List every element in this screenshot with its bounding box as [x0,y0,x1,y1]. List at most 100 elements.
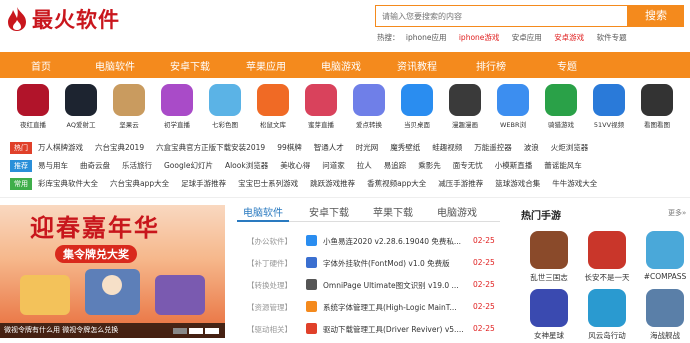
software-name[interactable]: OmniPage Ultimate图文识别 v19.0 ... [323,280,465,291]
banner-pager[interactable] [173,328,219,334]
app-tile[interactable]: 骑猎游戏 [540,82,582,129]
game-icon [646,289,684,327]
nav-android[interactable]: 安卓下载 [170,58,210,73]
tag-link[interactable]: 曲奇云盘 [80,161,110,170]
app-label: 爱点转换 [356,121,382,129]
tag-link[interactable]: 万人棋牌游戏 [38,143,83,152]
hot-word[interactable]: iphone游戏 [459,33,500,42]
search-field[interactable] [375,5,628,27]
tag-link[interactable]: 蛙趣视频 [432,143,462,152]
app-tile[interactable]: 51VV视频 [588,82,630,129]
tag-link[interactable]: 乐活旅行 [122,161,152,170]
tab-apple[interactable]: 苹果下载 [373,204,413,219]
software-category[interactable]: 【转换处理】 [247,280,292,291]
app-tile[interactable]: 七彩色图 [204,82,246,129]
tag-link[interactable]: Alook浏览器 [225,161,268,170]
software-category[interactable]: 【驱动相关】 [247,324,292,335]
nav-news[interactable]: 资讯教程 [397,58,437,73]
tag-link[interactable]: 魔秀壁纸 [390,143,420,152]
tab-pc-games[interactable]: 电脑游戏 [437,204,477,219]
software-row[interactable]: 【驱动相关】 驱动下载管理工具(Driver Reviver) v5.... 02-… [237,318,500,340]
tag-link[interactable]: 香蕉视频app大全 [367,179,426,188]
game-tile[interactable]: 女神星球 [522,289,576,341]
app-tile[interactable]: WEBR浏 [492,82,534,129]
tag-link[interactable]: 跳跃游戏推荐 [310,179,355,188]
nav-ranking[interactable]: 排行榜 [476,58,506,73]
game-label: 长安不是一天 [584,273,630,282]
software-row[interactable]: 【转换处理】 OmniPage Ultimate图文识别 v19.0 ... 02-… [237,274,500,296]
search-input[interactable] [376,6,627,26]
tag-link[interactable]: Google幻灯片 [164,161,213,170]
tag-badge: 推荐 [10,160,32,172]
software-row[interactable]: 【办公软件】 小鱼易连2020 v2.28.6.19040 免费私... 02-25 [237,230,500,252]
hot-word[interactable]: iphone应用 [406,33,447,42]
tag-link[interactable]: 小模斯直播 [495,161,533,170]
game-tile[interactable]: #COMPASS [638,231,690,281]
site-logo[interactable]: 最火软件 [6,4,120,34]
software-name[interactable]: 驱动下载管理工具(Driver Reviver) v5.... [323,324,465,335]
app-tile[interactable]: 漫趣漫画 [444,82,486,129]
game-tile[interactable]: 长安不是一天 [580,231,634,283]
tag-link[interactable]: 乘影先 [418,161,441,170]
app-tile[interactable]: AQ爱射工 [60,82,102,129]
hot-word[interactable]: 安卓应用 [512,33,542,42]
more-link[interactable]: 更多» [668,208,686,218]
tag-link[interactable]: 彩库宝典软件大全 [38,179,98,188]
software-name[interactable]: 字体外挂软件(FontMod) v1.0 免费版 [323,258,465,269]
tag-link[interactable]: 六盒宝典官方正版下载安装2019 [156,143,265,152]
software-category[interactable]: 【资源管理】 [247,302,292,313]
game-tile[interactable]: 风云岛行动 [580,289,634,341]
software-category[interactable]: 【补丁硬件】 [247,258,292,269]
tag-link[interactable]: 万能遥控器 [474,143,512,152]
nav-pc-software[interactable]: 电脑软件 [95,58,135,73]
software-name[interactable]: 系统字体管理工具(High-Logic MainT... [323,302,465,313]
app-tile[interactable]: 初学直播 [156,82,198,129]
tag-link[interactable]: 美收心得 [280,161,310,170]
nav-home[interactable]: 首页 [31,58,51,73]
tag-link[interactable]: 面专无忧 [453,161,483,170]
app-label: 蜜芽直播 [308,121,334,129]
tag-link[interactable]: 牛牛游戏大全 [552,179,597,188]
tag-link[interactable]: 足球手游推荐 [181,179,226,188]
tag-link[interactable]: 六台宝典2019 [95,143,144,152]
tag-link[interactable]: 时光网 [356,143,379,152]
app-tile[interactable]: 坚果云 [108,82,150,129]
app-tile[interactable]: 爱点转换 [348,82,390,129]
app-tile[interactable]: 松鼠文库 [252,82,294,129]
game-tile[interactable]: 海战舰战 [638,289,690,341]
app-tile[interactable]: 蜜芽直播 [300,82,342,129]
hot-word[interactable]: 安卓游戏 [554,33,584,42]
tag-link[interactable]: 六台宝典app大全 [110,179,169,188]
search-button[interactable]: 搜索 [628,5,684,27]
tag-link[interactable]: 拉人 [357,161,372,170]
nav-pc-games[interactable]: 电脑游戏 [321,58,361,73]
game-tile[interactable]: 乱世三国志 [522,231,576,283]
tag-link[interactable]: 蕾谣能风车 [544,161,582,170]
app-icon [593,84,625,116]
nav-topics[interactable]: 专题 [557,58,577,73]
app-tile[interactable]: 当贝桌面 [396,82,438,129]
tag-link[interactable]: 99棋牌 [277,143,302,152]
tag-link[interactable]: 篮球游戏合集 [495,179,540,188]
tag-link[interactable]: 易与用车 [38,161,68,170]
software-category[interactable]: 【办公软件】 [247,236,292,247]
tag-link[interactable]: 易追踪 [384,161,407,170]
tag-link[interactable]: 问道家 [322,161,345,170]
tag-link[interactable]: 减压手游推荐 [438,179,483,188]
promo-banner[interactable]: 迎春嘉年华 集令牌兑大奖 微视令牌有什么用 微视令牌怎么兑换 [0,205,225,338]
tag-link[interactable]: 智通人才 [314,143,344,152]
tab-pc-software[interactable]: 电脑软件 [243,204,283,219]
software-row[interactable]: 【资源管理】 系统字体管理工具(High-Logic MainT... 02-25 [237,296,500,318]
software-name[interactable]: 小鱼易连2020 v2.28.6.19040 免费私... [323,236,465,247]
tag-link[interactable]: 波浪 [524,143,539,152]
app-tile[interactable]: 夜红直播 [12,82,54,129]
tag-link[interactable]: 宝宝巴士系列游戏 [238,179,298,188]
nav-apple[interactable]: 苹果应用 [246,58,286,73]
tag-link[interactable]: 火炬浏览器 [551,143,589,152]
software-row[interactable]: 【补丁硬件】 字体外挂软件(FontMod) v1.0 免费版 02-25 [237,252,500,274]
tab-android[interactable]: 安卓下载 [309,204,349,219]
software-icon [306,235,317,246]
app-tile[interactable]: 看图看图 [636,82,678,129]
hot-word[interactable]: 软件专题 [597,33,627,42]
tag-row-common: 常用 彩库宝典软件大全 六台宝典app大全 足球手游推荐 宝宝巴士系列游戏 跳跃游戏推荐 香… [10,178,690,193]
